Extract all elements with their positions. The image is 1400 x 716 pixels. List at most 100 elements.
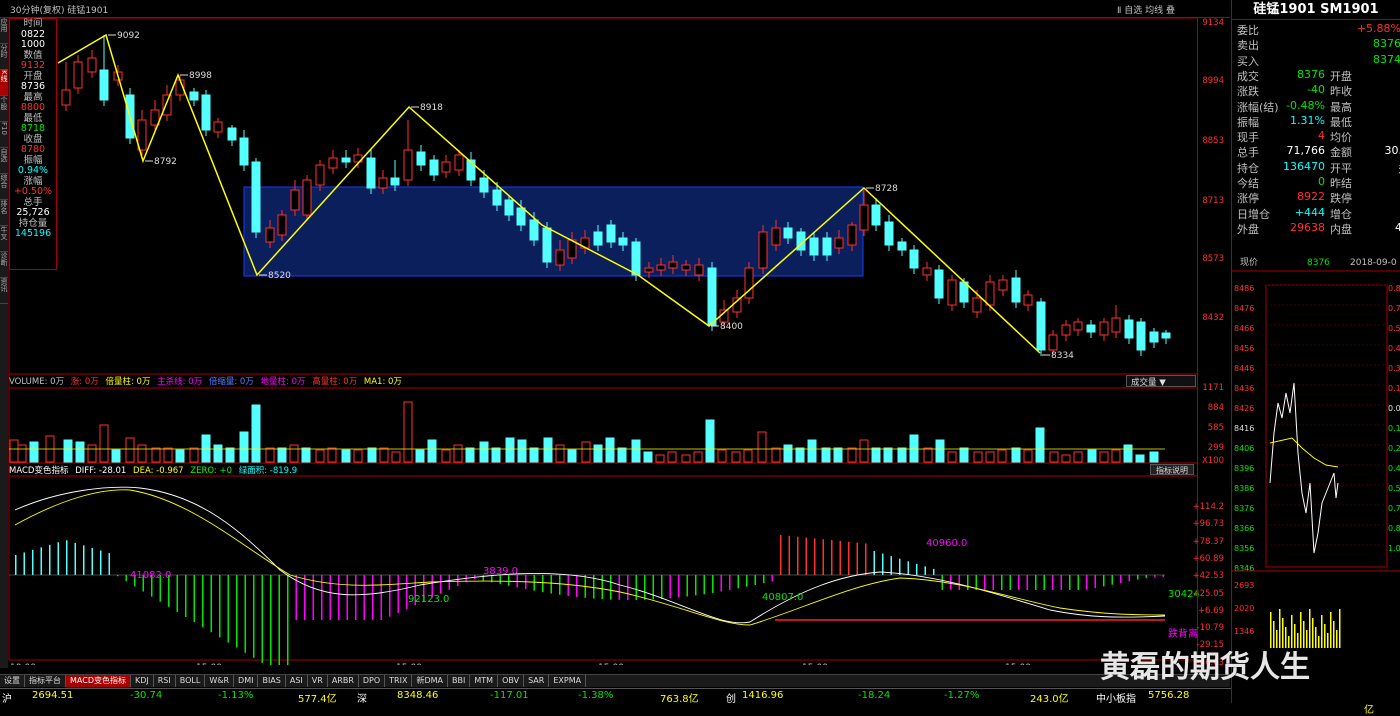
- indicator-tab[interactable]: MACD变色指标: [66, 675, 131, 687]
- volume-bar: [1062, 455, 1070, 462]
- indicator-tab[interactable]: 设置: [0, 675, 25, 687]
- candle-body: [74, 62, 82, 88]
- status-item: -1.27%: [944, 690, 979, 701]
- candle-body: [517, 208, 525, 225]
- candle-body: [1074, 322, 1082, 330]
- macd-bar: [925, 566, 927, 575]
- macd-bar: [644, 575, 646, 600]
- quote-key2: 跌停: [1330, 190, 1352, 206]
- volume-bar: [302, 448, 310, 462]
- indicator-tab[interactable]: BIAS: [258, 675, 285, 687]
- status-bar: 沪2694.51-30.74-1.13%577.4亿深8348.46-117.0…: [0, 688, 1400, 703]
- indicator-tab[interactable]: RSI: [154, 675, 176, 687]
- macd-bar: [1146, 575, 1148, 578]
- indicator-tab[interactable]: 指标平台: [25, 675, 66, 687]
- volume-bar: [556, 445, 564, 462]
- macd-bar: [874, 551, 876, 575]
- indicator-tab[interactable]: OBV: [498, 675, 524, 687]
- indicator-tab[interactable]: KDJ: [131, 675, 154, 687]
- mini-pct-tick: 0.1: [1388, 384, 1400, 393]
- indicator-tab[interactable]: ASI: [286, 675, 308, 687]
- indicator-tab[interactable]: DPO: [359, 675, 385, 687]
- indicator-tab[interactable]: 新DMA: [412, 675, 448, 687]
- macd-bar: [780, 535, 782, 575]
- macd-bar: [848, 542, 850, 575]
- indicator-help-button[interactable]: 指标说明: [1150, 464, 1194, 475]
- price-tick: 8994: [1202, 76, 1224, 86]
- volume-bar: [492, 448, 500, 462]
- quote-row: 外盘29638内盘42: [1237, 221, 1400, 236]
- volume-bar: [694, 452, 702, 462]
- mini-pct-tick: 0.3: [1388, 364, 1400, 373]
- volume-bar: [1036, 428, 1044, 462]
- candle-body: [190, 92, 198, 100]
- macd-label: 40960.0: [926, 538, 967, 549]
- volume-bar: [152, 448, 160, 462]
- indicator-tab[interactable]: ARBR: [328, 675, 359, 687]
- macd-bar: [24, 552, 26, 575]
- volume-bar: [138, 445, 146, 462]
- volume-bar: [632, 440, 640, 462]
- mini-axis-tick: 8486: [1234, 284, 1254, 293]
- macd-bar: [746, 575, 748, 587]
- macd-bar: [75, 543, 77, 575]
- volume-bar: [960, 448, 968, 462]
- macd-bar: [908, 561, 910, 575]
- macd-bar: [984, 575, 986, 590]
- indicator-tab[interactable]: DMI: [234, 675, 258, 687]
- volume-bar: [872, 448, 880, 462]
- time-label: 15:00: [598, 663, 624, 665]
- macd-bar: [1163, 575, 1165, 577]
- macd-bar: [1061, 575, 1063, 590]
- candle-body: [772, 228, 780, 245]
- volume-bar: [1124, 445, 1132, 462]
- volume-bar: [936, 440, 944, 462]
- candle-body: [823, 238, 831, 255]
- quote-key2: 均价: [1330, 129, 1352, 145]
- candle-body: [404, 150, 412, 180]
- macd-bar: [66, 540, 68, 575]
- volume-bar: [1012, 448, 1020, 462]
- candle-body: [898, 242, 906, 250]
- indicator-tab[interactable]: BBI: [448, 675, 470, 687]
- volume-bar: [354, 450, 362, 462]
- volume-bar: [176, 450, 184, 462]
- candle-body: [543, 228, 551, 262]
- status-item: -30.74: [130, 690, 162, 701]
- indicator-tab[interactable]: TRIX: [385, 675, 412, 687]
- quote-row: 今结0昨结8: [1237, 175, 1400, 190]
- quote-key: 卖出: [1237, 37, 1259, 53]
- quote-row: 委比+5.88%: [1237, 22, 1400, 37]
- quote-key: 总手: [1237, 144, 1259, 160]
- price-tick: 8853: [1202, 136, 1224, 146]
- macd-bar: [670, 575, 672, 598]
- mini-axis-tick: 8466: [1234, 324, 1254, 333]
- candle-body: [1100, 322, 1108, 335]
- indicator-tabs[interactable]: 设置指标平台MACD变色指标KDJRSIBOLLW&RDMIBIASASIVRA…: [0, 674, 1230, 687]
- indicator-tab[interactable]: MTM: [470, 675, 498, 687]
- quote-key: 买入: [1237, 53, 1259, 69]
- volume-bar: [1100, 452, 1108, 462]
- quote-key2: 最高: [1330, 99, 1352, 115]
- quote-panel: 硅锰1901 SM1901 委比+5.88%卖出8376买入8374成交8376…: [1231, 0, 1400, 703]
- macd-bar: [559, 575, 561, 595]
- volume-select[interactable]: 成交量 ▼: [1126, 375, 1196, 387]
- macd-legend-item: DEA: -0.967: [133, 466, 186, 476]
- candle-body: [923, 268, 931, 275]
- quote-key2: 内盘: [1330, 221, 1352, 237]
- indicator-tab[interactable]: EXPMA: [549, 675, 586, 687]
- quote-key2: 开平: [1330, 160, 1352, 176]
- indicator-tab[interactable]: BOLL: [176, 675, 206, 687]
- indicator-tab[interactable]: SAR: [524, 675, 549, 687]
- indicator-tab[interactable]: W&R: [205, 675, 234, 687]
- volume-bar: [668, 452, 676, 462]
- candle-body: [266, 228, 274, 242]
- macd-bar: [398, 575, 400, 613]
- candle-body: [986, 282, 994, 305]
- indicator-tab[interactable]: VR: [308, 675, 328, 687]
- macd-bar: [721, 575, 723, 591]
- quote-value: 29638: [1290, 221, 1325, 234]
- mini-axis-tick: 8456: [1234, 344, 1254, 353]
- macd-bar: [797, 537, 799, 575]
- volume-bar: [76, 442, 84, 462]
